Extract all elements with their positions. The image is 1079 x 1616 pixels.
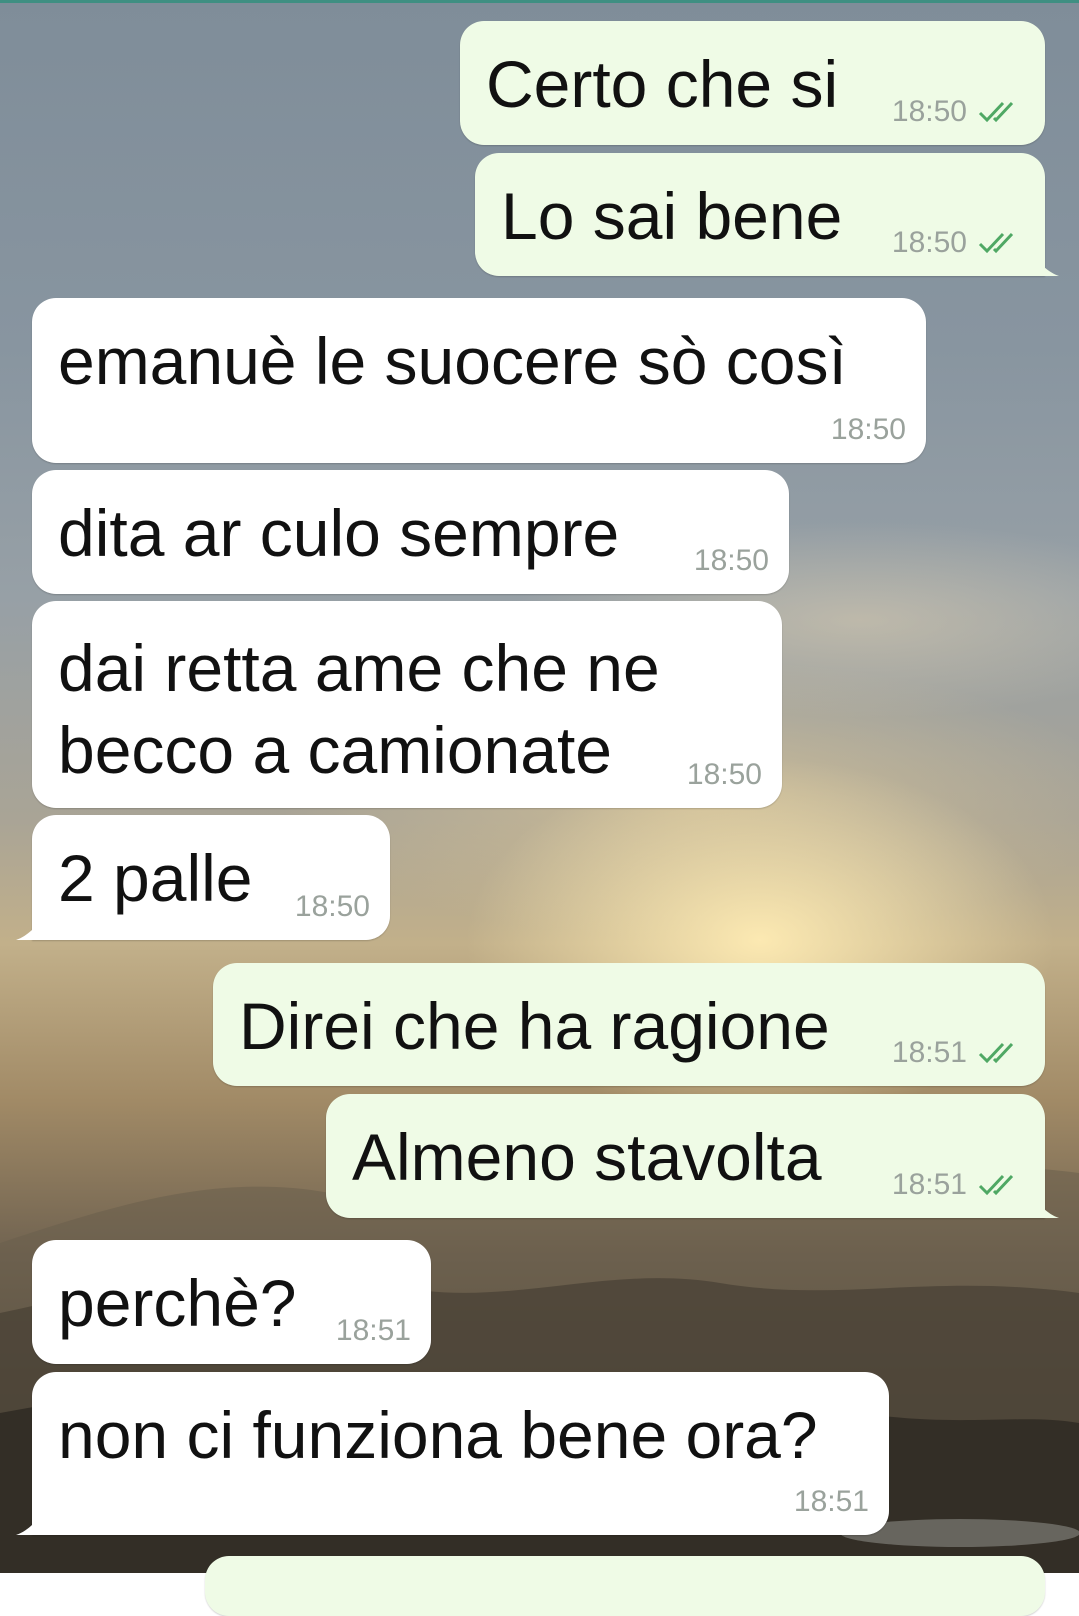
message-meta: 18:51 xyxy=(892,1036,1025,1070)
message-text: emanuè le suocere sò così xyxy=(58,324,847,398)
message-time: 18:50 xyxy=(830,413,906,446)
message-meta: 18:51 xyxy=(336,1314,411,1348)
message-meta: 18:51 xyxy=(892,1168,1025,1202)
message-meta: 18:50 xyxy=(687,758,762,792)
message-incoming[interactable]: 2 palle 18:50 xyxy=(16,815,390,940)
message-meta: 18:50 xyxy=(831,413,906,447)
message-incoming[interactable]: perchè? 18:51 xyxy=(32,1240,431,1364)
message-time: 18:50 xyxy=(294,890,370,923)
message-outgoing[interactable]: Direi che ha ragione 18:51 xyxy=(213,963,1045,1086)
message-time: 18:50 xyxy=(693,544,769,577)
bubble-tail xyxy=(1029,252,1059,276)
message-text: perchè? xyxy=(58,1266,297,1340)
message-text: non ci funziona bene ora? xyxy=(58,1398,818,1472)
message-outgoing[interactable]: Almeno stavolta 18:51 xyxy=(326,1094,1059,1218)
bubble-tail xyxy=(16,916,46,940)
message-time: 18:51 xyxy=(891,1168,967,1201)
message-text: dita ar culo sempre xyxy=(58,496,620,570)
message-incoming[interactable]: dita ar culo sempre 18:50 xyxy=(32,470,789,594)
read-double-check-icon xyxy=(978,1174,1014,1196)
message-time: 18:50 xyxy=(891,95,967,128)
message-text: 2 palle xyxy=(58,841,253,915)
read-double-check-icon xyxy=(978,101,1014,123)
message-meta: 18:50 xyxy=(295,890,370,924)
message-text: dai retta ame che ne becco a camionate xyxy=(58,631,660,787)
message-text: Lo sai bene xyxy=(501,179,843,253)
message-text: Direi che ha ragione xyxy=(239,989,830,1063)
bubble-tail xyxy=(16,1511,46,1535)
message-text: Certo che si xyxy=(486,47,839,121)
message-meta: 18:51 xyxy=(794,1485,869,1519)
read-double-check-icon xyxy=(978,1042,1014,1064)
header-accent-line xyxy=(0,0,1079,3)
message-outgoing[interactable]: Lo sai bene 18:50 xyxy=(475,153,1059,276)
read-double-check-icon xyxy=(978,232,1014,254)
message-time: 18:50 xyxy=(891,226,967,259)
message-time: 18:50 xyxy=(686,758,762,791)
message-time: 18:51 xyxy=(335,1314,411,1347)
message-meta: 18:50 xyxy=(892,95,1025,129)
message-incoming[interactable]: emanuè le suocere sò così 18:50 xyxy=(32,298,926,463)
message-meta: 18:50 xyxy=(892,226,1025,260)
message-outgoing[interactable]: Certo che si 18:50 xyxy=(460,21,1045,145)
message-meta: 18:50 xyxy=(694,544,769,578)
message-incoming[interactable]: non ci funziona bene ora? 18:51 xyxy=(16,1372,889,1535)
message-outgoing-partial xyxy=(205,1556,1045,1616)
message-time: 18:51 xyxy=(793,1485,869,1518)
bubble-tail xyxy=(1029,1194,1059,1218)
message-text: Almeno stavolta xyxy=(352,1120,822,1194)
message-time: 18:51 xyxy=(891,1036,967,1069)
message-incoming[interactable]: dai retta ame che ne becco a camionate 1… xyxy=(32,601,782,808)
